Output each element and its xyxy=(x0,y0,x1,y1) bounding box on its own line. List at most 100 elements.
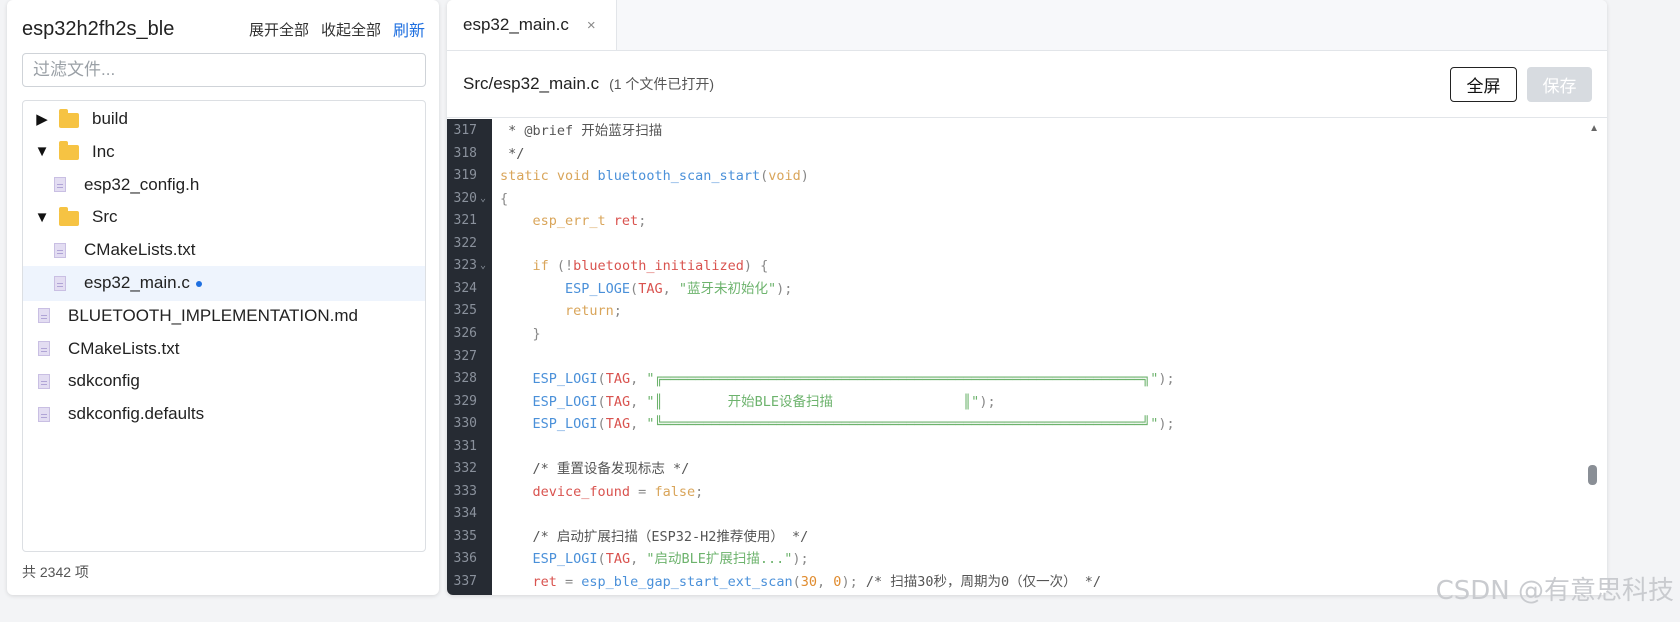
code-token: * @brief 开始蓝牙扫描 xyxy=(500,123,663,139)
code-token: ); xyxy=(1158,416,1175,433)
item-count: 共 2342 项 xyxy=(22,564,89,580)
code-line: 327 xyxy=(447,346,1607,369)
code-token: ret xyxy=(613,213,639,230)
save-button[interactable]: 保存 xyxy=(1527,67,1592,102)
code-token: ; xyxy=(695,483,704,500)
code-line: 326 } xyxy=(447,323,1607,346)
code-token: "╚══════════════════════════════════════… xyxy=(646,416,1159,433)
explorer-header: esp32h2fh2s_ble 展开全部 收起全部 刷新 xyxy=(22,14,425,44)
caret-down-icon[interactable]: ▼ xyxy=(33,209,51,226)
file-path: Src/esp32_main.c xyxy=(463,74,600,93)
code-text: return; xyxy=(500,300,622,323)
tree-item-label: Src xyxy=(92,207,118,227)
code-line: 319 static void bluetooth_scan_start(void… xyxy=(447,165,1607,188)
code-token: ( xyxy=(792,574,801,590)
code-token: ; xyxy=(613,303,622,320)
tree-item[interactable]: ▶ build xyxy=(23,102,425,137)
code-token: ) { xyxy=(743,258,769,275)
line-number: 327 xyxy=(453,348,477,364)
file-explorer-panel: esp32h2fh2s_ble 展开全部 收起全部 刷新 ▶ build ▼ Inc e… xyxy=(7,0,439,595)
line-number: 326 xyxy=(453,325,477,341)
file-tree: ▶ build ▼ Inc esp32_config.h ▼ Src CMakeLists.t… xyxy=(22,100,426,552)
code-token: return xyxy=(500,303,614,320)
code-text: { xyxy=(500,188,508,211)
tree-item[interactable]: ▼ Src xyxy=(23,200,425,235)
folder-icon xyxy=(59,108,79,128)
fullscreen-button[interactable]: 全屏 xyxy=(1450,67,1517,102)
code-token: ( xyxy=(597,393,606,410)
code-line: 324 ESP_LOGE(TAG, "蓝牙未初始化"); xyxy=(447,278,1607,301)
tree-item-label: esp32_main.c xyxy=(84,273,190,292)
tree-item[interactable]: sdkconfig.defaults xyxy=(23,397,425,432)
code-text: ESP_LOGI(TAG, "╚════════════════════════… xyxy=(500,413,1175,436)
code-token: */ xyxy=(500,145,525,162)
tree-item[interactable]: sdkconfig xyxy=(23,364,425,399)
code-token: ret xyxy=(500,574,566,590)
code-token: , xyxy=(630,416,647,433)
fold-chevron-icon[interactable]: ⌄ xyxy=(480,188,486,211)
fold-chevron-icon[interactable]: ⌄ xyxy=(480,255,486,278)
code-text: */ xyxy=(500,143,524,166)
tree-item[interactable]: BLUETOOTH_IMPLEMENTATION.md xyxy=(23,298,425,333)
filter-input[interactable] xyxy=(22,53,426,87)
code-token: ESP_LOGI xyxy=(500,393,598,410)
code-text: ESP_LOGI(TAG, "║ 开始BLE设备扫描 ║"); xyxy=(500,391,996,414)
line-number: 320 xyxy=(453,190,477,206)
code-token: = xyxy=(565,574,582,590)
code-editor[interactable]: ▲ 317 * @brief 开始蓝牙扫描 318 */319 static voi… xyxy=(447,119,1607,595)
watermark: CSDN @有意思科技 xyxy=(1435,576,1674,606)
code-token: ( xyxy=(630,280,639,297)
tree-item[interactable]: CMakeLists.txt xyxy=(23,233,425,268)
caret-right-icon[interactable]: ▶ xyxy=(33,110,51,128)
code-line: 323 ⌄ if (!bluetooth_initialized) { xyxy=(447,255,1607,278)
expand-all-button[interactable]: 展开全部 xyxy=(249,19,309,40)
code-token: ESP_LOGI xyxy=(500,551,598,568)
line-number: 322 xyxy=(453,235,477,251)
editor-panel: esp32_main.c × Src/esp32_main.c (1 个文件已打… xyxy=(447,0,1607,595)
folder-icon xyxy=(59,206,79,226)
code-token: esp_err_t xyxy=(500,213,614,230)
folder-icon xyxy=(59,141,79,161)
code-token: ; xyxy=(638,213,647,230)
tree-item[interactable]: CMakeLists.txt xyxy=(23,331,425,366)
line-number: 331 xyxy=(453,438,477,454)
code-token: ) xyxy=(800,168,809,185)
tree-item-label: CMakeLists.txt xyxy=(84,240,196,260)
code-line: 331 xyxy=(447,436,1607,459)
code-token: 30 xyxy=(800,574,818,590)
code-token: ); xyxy=(1158,371,1175,388)
code-token: , xyxy=(630,371,647,388)
file-icon xyxy=(54,242,66,258)
line-number: 318 xyxy=(453,145,477,161)
code-token: , xyxy=(630,393,647,410)
tree-item-label: sdkconfig.defaults xyxy=(68,404,205,424)
caret-down-icon[interactable]: ▼ xyxy=(33,143,51,160)
tree-item[interactable]: ▼ Inc xyxy=(23,134,425,169)
code-token: TAG xyxy=(605,393,631,410)
line-number: 336 xyxy=(453,551,477,567)
code-token: TAG xyxy=(638,280,663,297)
close-icon[interactable]: × xyxy=(587,17,596,34)
code-token: device_found xyxy=(500,483,639,500)
code-token: , xyxy=(662,280,679,297)
code-token: ); xyxy=(841,574,866,590)
code-text: ESP_LOGI(TAG, "╔════════════════════════… xyxy=(500,368,1175,391)
code-token: esp_ble_gap_start_ext_scan xyxy=(581,574,793,590)
tree-item[interactable]: esp32_config.h xyxy=(23,167,425,202)
code-text: /* 启动扩展扫描（ESP32-H2推荐使用） */ xyxy=(500,526,809,549)
code-text: } xyxy=(500,323,541,346)
code-token: "启动BLE扩展扫描..." xyxy=(646,551,793,568)
code-token: ); xyxy=(792,551,809,568)
code-line: 333 device_found = false; xyxy=(447,481,1607,504)
line-number: 325 xyxy=(453,303,477,319)
collapse-all-button[interactable]: 收起全部 xyxy=(321,19,381,40)
code-text: * @brief 开始蓝牙扫描 xyxy=(500,120,662,143)
tab-esp32-main[interactable]: esp32_main.c × xyxy=(447,0,617,50)
project-title: esp32h2fh2s_ble xyxy=(22,17,175,40)
code-line: 317 * @brief 开始蓝牙扫描 xyxy=(447,120,1607,143)
code-text: ESP_LOGE(TAG, "蓝牙未初始化"); xyxy=(500,278,792,301)
tree-item[interactable]: esp32_main.c xyxy=(23,265,425,301)
file-icon xyxy=(54,177,66,193)
line-number: 333 xyxy=(453,483,477,499)
refresh-button[interactable]: 刷新 xyxy=(393,17,425,41)
